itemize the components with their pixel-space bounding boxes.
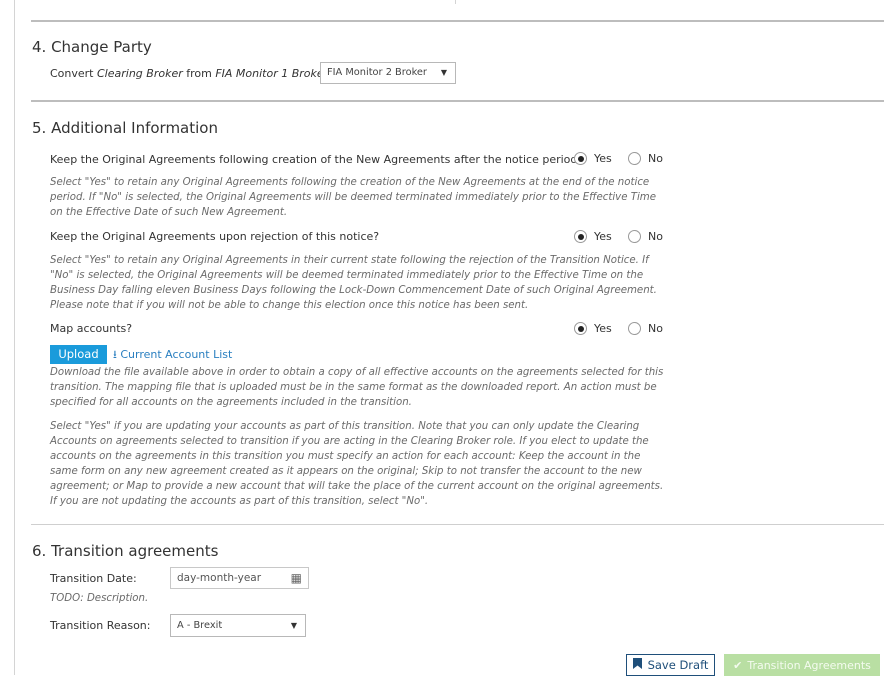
- section-6-heading: 6. Transition agreements: [32, 542, 219, 560]
- transition-agreements-button[interactable]: ✔ Transition Agreements: [724, 654, 880, 676]
- radio-selected-icon: [574, 230, 587, 243]
- radio-selected-icon: [574, 152, 587, 165]
- transition-date-input[interactable]: day-month-year ▦: [170, 567, 309, 589]
- keep-after-notice-help: Select "Yes" to retain any Original Agre…: [50, 177, 656, 218]
- radio-empty-icon: [628, 152, 641, 165]
- current-account-list-link[interactable]: ⭳ Current Account List: [113, 346, 232, 365]
- map-accounts-download-help: Download the file available above in ord…: [50, 367, 664, 408]
- keep-after-notice-label: Keep the Original Agreements following c…: [50, 153, 584, 166]
- section-4-heading: 4. Change Party: [32, 38, 152, 56]
- caret-down-icon: ▼: [440, 68, 447, 77]
- transition-reason-label: Transition Reason:: [50, 619, 151, 632]
- map-accounts-update-help: Select "Yes" if you are updating your ac…: [50, 421, 664, 507]
- keep-after-notice-no-radio[interactable]: No: [628, 152, 663, 165]
- top-divider-tick: [455, 0, 456, 4]
- transition-reason-select[interactable]: A - Brexit ▼: [170, 614, 306, 637]
- keep-on-rejection-no-radio[interactable]: No: [628, 230, 663, 243]
- keep-after-notice-yes-radio[interactable]: Yes: [574, 152, 612, 165]
- check-icon: ✔: [733, 658, 743, 672]
- save-draft-button[interactable]: Save Draft: [626, 654, 715, 676]
- section-divider: [31, 100, 884, 102]
- caret-down-icon: ▼: [290, 621, 297, 630]
- map-accounts-label: Map accounts?: [50, 322, 133, 335]
- change-party-sentence: Convert Clearing Broker from FIA Monitor…: [50, 67, 343, 80]
- keep-on-rejection-label: Keep the Original Agreements upon reject…: [50, 230, 380, 243]
- transition-todo-description: TODO: Description.: [50, 593, 149, 604]
- to-party-select[interactable]: FIA Monitor 2 Broker ▼: [320, 62, 456, 84]
- radio-empty-icon: [628, 322, 641, 335]
- transition-date-label: Transition Date:: [50, 572, 137, 585]
- map-accounts-yes-radio[interactable]: Yes: [574, 322, 612, 335]
- section-divider: [31, 524, 884, 525]
- download-icon: ⭳: [113, 348, 117, 361]
- section-divider: [31, 20, 884, 22]
- map-accounts-no-radio[interactable]: No: [628, 322, 663, 335]
- upload-button[interactable]: Upload: [50, 345, 107, 364]
- keep-on-rejection-yes-radio[interactable]: Yes: [574, 230, 612, 243]
- section-5-heading: 5. Additional Information: [32, 119, 218, 137]
- radio-selected-icon: [574, 322, 587, 335]
- keep-on-rejection-help: Select "Yes" to retain any Original Agre…: [50, 255, 657, 311]
- bookmark-icon: [632, 658, 642, 672]
- calendar-icon[interactable]: ▦: [291, 568, 302, 588]
- page-left-border: [14, 0, 15, 675]
- radio-empty-icon: [628, 230, 641, 243]
